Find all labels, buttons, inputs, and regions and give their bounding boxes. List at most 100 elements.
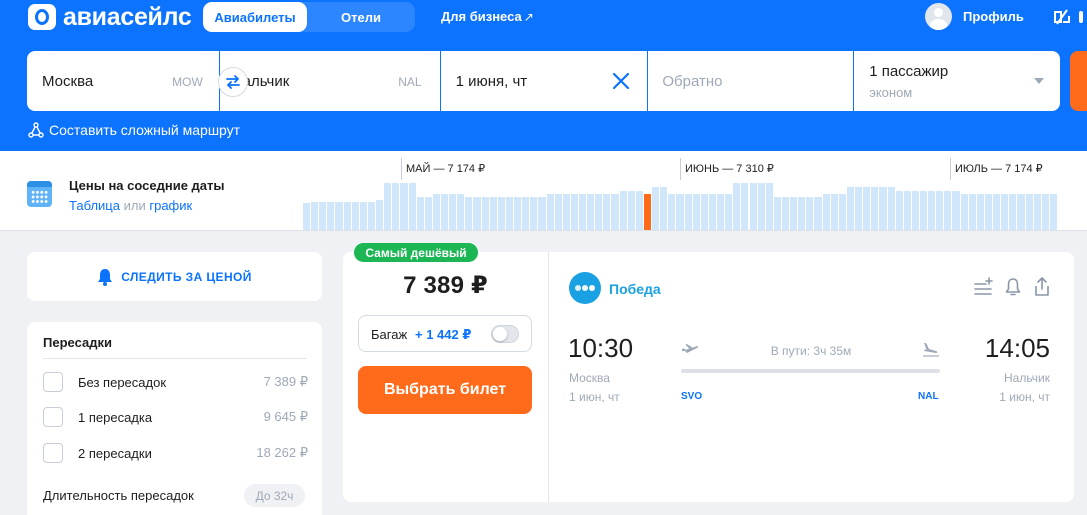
price-bar[interactable] <box>400 183 408 230</box>
price-bar[interactable] <box>579 194 587 230</box>
price-bar[interactable] <box>676 194 684 230</box>
price-bar[interactable] <box>822 194 830 230</box>
price-bar[interactable] <box>846 187 855 230</box>
search-button[interactable] <box>1070 51 1087 111</box>
price-bar[interactable] <box>757 183 765 230</box>
price-bar[interactable] <box>465 197 473 230</box>
price-bar[interactable] <box>587 194 595 230</box>
price-bar[interactable] <box>668 194 676 230</box>
price-bar[interactable] <box>660 187 668 230</box>
price-bar[interactable] <box>863 187 871 230</box>
price-bar[interactable] <box>489 197 497 230</box>
price-bar[interactable] <box>481 197 489 230</box>
price-bar[interactable] <box>814 197 822 230</box>
price-bar[interactable] <box>635 191 643 230</box>
price-bar[interactable] <box>619 191 627 230</box>
destination-field[interactable]: Нальчик NAL <box>219 51 440 111</box>
price-bar[interactable] <box>855 187 863 230</box>
price-bar[interactable] <box>684 194 692 230</box>
origin-field[interactable]: Москва MOW <box>27 51 219 111</box>
price-bar[interactable] <box>700 194 708 230</box>
complex-route-link[interactable]: Составить сложный маршрут <box>28 122 240 138</box>
baggage-toggle[interactable] <box>491 325 519 343</box>
business-link[interactable]: Для бизнеса ↗ <box>441 9 534 24</box>
price-bar[interactable] <box>749 183 757 230</box>
tab-flights[interactable]: Авиабилеты <box>203 2 307 32</box>
price-bar[interactable] <box>806 197 814 230</box>
checkbox[interactable] <box>43 372 63 392</box>
transfer-duration-value[interactable]: До 32ч <box>244 484 305 507</box>
share-icon[interactable] <box>1032 276 1052 298</box>
swap-button[interactable] <box>218 67 248 97</box>
filter-option-two-stops[interactable]: 2 пересадки 18 262 ₽ <box>43 442 308 464</box>
price-bar[interactable] <box>733 183 741 230</box>
logo[interactable]: авиасейлс <box>28 4 192 30</box>
price-bar[interactable] <box>392 183 400 230</box>
price-bar[interactable] <box>522 197 530 230</box>
tab-hotels[interactable]: Отели <box>307 2 415 32</box>
depart-date-field[interactable]: 1 июня, чт <box>440 51 648 111</box>
price-bar[interactable] <box>790 197 798 230</box>
price-bar[interactable] <box>570 194 578 230</box>
checkbox[interactable] <box>43 407 63 427</box>
price-bar[interactable] <box>473 197 481 230</box>
price-bar[interactable] <box>384 183 392 230</box>
price-bar[interactable] <box>1009 194 1017 230</box>
price-bar[interactable] <box>595 194 603 230</box>
price-bar[interactable] <box>424 197 432 230</box>
price-bar[interactable] <box>1049 194 1057 230</box>
price-bar[interactable] <box>725 194 733 230</box>
price-bar[interactable] <box>928 191 936 230</box>
table-link[interactable]: Таблица <box>69 198 120 213</box>
price-bar[interactable] <box>514 197 522 230</box>
price-bar[interactable] <box>303 203 311 230</box>
price-bar[interactable] <box>1025 194 1033 230</box>
price-bar[interactable] <box>457 194 465 230</box>
filter-option-one-stop[interactable]: 1 пересадка 9 645 ₽ <box>43 406 308 428</box>
price-bar[interactable] <box>830 194 838 230</box>
price-bar[interactable] <box>335 202 343 230</box>
subscribe-icon[interactable] <box>1003 276 1023 298</box>
price-bar[interactable] <box>416 197 424 230</box>
price-bar[interactable] <box>993 194 1001 230</box>
price-bar[interactable] <box>432 194 440 230</box>
price-bar[interactable] <box>911 191 919 230</box>
price-bar[interactable] <box>960 194 968 230</box>
price-bar[interactable] <box>627 191 635 230</box>
price-bar[interactable] <box>871 187 879 230</box>
price-bar[interactable] <box>976 194 984 230</box>
price-bar[interactable] <box>1041 194 1049 230</box>
select-ticket-button[interactable]: Выбрать билет <box>358 366 532 414</box>
price-bar[interactable] <box>717 194 725 230</box>
price-bar[interactable] <box>603 194 611 230</box>
baggage-option[interactable]: Багаж + 1 442 ₽ <box>358 315 532 352</box>
price-bar[interactable] <box>1017 194 1025 230</box>
price-bar[interactable] <box>895 191 903 230</box>
filter-icon[interactable] <box>974 276 994 298</box>
price-bar[interactable] <box>798 197 806 230</box>
price-bar[interactable] <box>611 194 619 230</box>
price-bar[interactable] <box>887 187 895 230</box>
price-bar[interactable] <box>311 202 319 230</box>
price-bar[interactable] <box>652 187 660 230</box>
ticket-card[interactable]: 7 389 ₽ Багаж + 1 442 ₽ Выбрать билет По… <box>343 252 1074 502</box>
price-bar[interactable] <box>359 202 367 230</box>
price-bar[interactable] <box>554 194 562 230</box>
return-date-field[interactable]: Обратно <box>648 51 854 111</box>
price-bar[interactable] <box>984 194 993 230</box>
price-bar[interactable] <box>692 194 700 230</box>
price-bar[interactable] <box>351 202 359 230</box>
price-bar[interactable] <box>1033 194 1041 230</box>
clear-icon[interactable] <box>610 70 632 92</box>
price-bar[interactable] <box>944 191 952 230</box>
price-bar[interactable] <box>327 202 335 230</box>
price-bar[interactable] <box>367 202 376 230</box>
price-bar[interactable] <box>1001 194 1009 230</box>
price-bar[interactable] <box>936 191 944 230</box>
price-bar[interactable] <box>838 194 846 230</box>
price-bar[interactable] <box>441 194 449 230</box>
price-bar[interactable] <box>343 202 351 230</box>
price-bar[interactable] <box>952 191 960 230</box>
price-bar[interactable] <box>530 197 538 230</box>
price-bar[interactable] <box>319 202 327 230</box>
